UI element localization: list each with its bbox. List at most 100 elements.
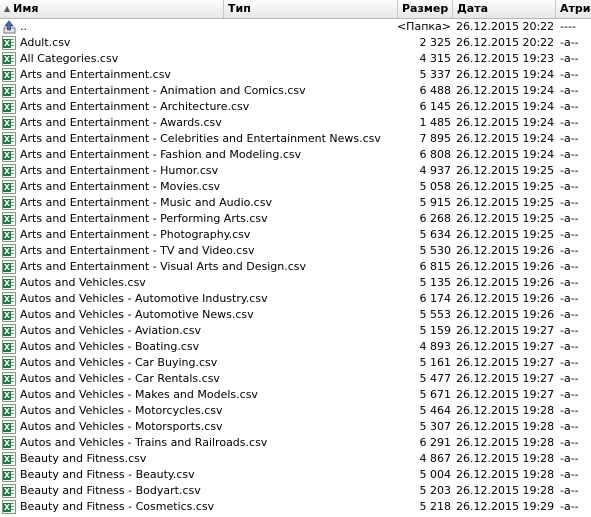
- file-size: 6 808: [419, 148, 452, 161]
- file-size: <Папка>: [396, 20, 451, 33]
- file-date: 26.12.2015 20:22: [456, 36, 555, 49]
- file-attributes: -a--: [560, 436, 579, 449]
- file-row[interactable]: X Autos and Vehicles - Boating.csv 4 893 26…: [0, 339, 591, 355]
- excel-csv-icon: X: [2, 388, 16, 402]
- file-row[interactable]: X Arts and Entertainment - Animation and …: [0, 83, 591, 99]
- file-row[interactable]: X Autos and Vehicles.csv 5 135 26.12.2015 1…: [0, 275, 591, 291]
- file-date: 26.12.2015 19:23: [456, 52, 555, 65]
- column-header-size[interactable]: Размер: [398, 0, 453, 18]
- file-name: Arts and Entertainment - Animation and C…: [20, 84, 306, 97]
- file-size: 1 485: [419, 116, 452, 129]
- file-attributes: -a--: [560, 372, 579, 385]
- file-row[interactable]: X Beauty and Fitness - Bodyart.csv 5 203 26…: [0, 483, 591, 499]
- file-attributes: ----: [560, 20, 576, 33]
- file-name: Arts and Entertainment - Fashion and Mod…: [20, 148, 302, 161]
- file-date: 26.12.2015 19:28: [456, 420, 555, 433]
- column-header-type-label: Тип: [228, 2, 251, 15]
- file-size: 5 915: [419, 196, 452, 209]
- file-row[interactable]: X Autos and Vehicles - Automotive Industr…: [0, 291, 591, 307]
- file-date: 26.12.2015 19:27: [456, 340, 555, 353]
- file-row[interactable]: X Arts and Entertainment - Awards.csv 1 48…: [0, 115, 591, 131]
- file-size: 5 218: [419, 500, 452, 513]
- file-date: 26.12.2015 19:25: [456, 212, 555, 225]
- excel-csv-icon: X: [2, 292, 16, 306]
- file-name: Autos and Vehicles - Makes and Models.cs…: [20, 388, 258, 401]
- file-attributes: -a--: [560, 180, 579, 193]
- file-name: Beauty and Fitness.csv: [20, 452, 147, 465]
- file-date: 26.12.2015 19:28: [456, 484, 555, 497]
- file-date: 26.12.2015 19:25: [456, 196, 555, 209]
- column-header-bar: ▲ Имя Тип Размер Дата Атри: [0, 0, 591, 19]
- file-row[interactable]: X Arts and Entertainment - Celebrities an…: [0, 131, 591, 147]
- file-row[interactable]: X Beauty and Fitness - Beauty.csv 5 004 26.…: [0, 467, 591, 483]
- excel-csv-icon: X: [2, 372, 16, 386]
- column-header-date[interactable]: Дата: [453, 0, 556, 18]
- file-row[interactable]: X Beauty and Fitness.csv 4 867 26.12.2015 1…: [0, 451, 591, 467]
- excel-csv-icon: X: [2, 340, 16, 354]
- file-row[interactable]: X Arts and Entertainment - Performing Art…: [0, 211, 591, 227]
- file-row[interactable]: X All Categories.csv 4 315 26.12.2015 19:23…: [0, 51, 591, 67]
- column-header-type[interactable]: Тип: [224, 0, 398, 18]
- file-attributes: -a--: [560, 36, 579, 49]
- file-attributes: -a--: [560, 228, 579, 241]
- file-name: Beauty and Fitness - Beauty.csv: [20, 468, 195, 481]
- file-row[interactable]: X Autos and Vehicles - Automotive News.cs…: [0, 307, 591, 323]
- file-attributes: -a--: [560, 52, 579, 65]
- file-row[interactable]: X Autos and Vehicles - Car Rentals.csv 5 4…: [0, 371, 591, 387]
- file-name: Autos and Vehicles.csv: [20, 276, 146, 289]
- file-row[interactable]: X Arts and Entertainment - Music and Audi…: [0, 195, 591, 211]
- file-date: 26.12.2015 19:26: [456, 260, 555, 273]
- file-date: 26.12.2015 20:22: [456, 20, 555, 33]
- excel-csv-icon: X: [2, 180, 16, 194]
- file-date: 26.12.2015 19:28: [456, 436, 555, 449]
- file-size: 5 464: [419, 404, 452, 417]
- file-size: 5 337: [419, 68, 452, 81]
- file-date: 26.12.2015 19:26: [456, 308, 555, 321]
- file-row[interactable]: X Arts and Entertainment - Humor.csv 4 937…: [0, 163, 591, 179]
- file-size: 6 145: [419, 100, 452, 113]
- file-size: 5 004: [419, 468, 452, 481]
- column-header-attributes[interactable]: Атри: [556, 0, 591, 18]
- excel-csv-icon: X: [2, 212, 16, 226]
- file-size: 5 634: [419, 228, 452, 241]
- file-row[interactable]: X Arts and Entertainment - Visual Arts an…: [0, 259, 591, 275]
- file-row[interactable]: X Arts and Entertainment.csv 5 337 26.12.20…: [0, 67, 591, 83]
- file-date: 26.12.2015 19:29: [456, 500, 555, 513]
- column-header-name[interactable]: ▲ Имя: [0, 0, 224, 18]
- file-size: 6 815: [419, 260, 452, 273]
- file-row[interactable]: X Arts and Entertainment - TV and Video.c…: [0, 243, 591, 259]
- file-date: 26.12.2015 19:25: [456, 164, 555, 177]
- file-attributes: -a--: [560, 340, 579, 353]
- file-row[interactable]: X Arts and Entertainment - Architecture.c…: [0, 99, 591, 115]
- file-row[interactable]: X Autos and Vehicles - Aviation.csv 5 159 2…: [0, 323, 591, 339]
- file-row[interactable]: X Autos and Vehicles - Motorsports.csv 5 3…: [0, 419, 591, 435]
- file-row[interactable]: X Beauty and Fitness - Cosmetics.csv 5 218…: [0, 499, 591, 515]
- file-attributes: -a--: [560, 68, 579, 81]
- file-row[interactable]: X Autos and Vehicles - Car Buying.csv 5 16…: [0, 355, 591, 371]
- file-size: 6 268: [419, 212, 452, 225]
- file-row[interactable]: X Arts and Entertainment - Movies.csv 5 05…: [0, 179, 591, 195]
- file-attributes: -a--: [560, 324, 579, 337]
- column-header-size-label: Размер: [402, 2, 449, 15]
- file-date: 26.12.2015 19:24: [456, 132, 555, 145]
- file-attributes: -a--: [560, 164, 579, 177]
- file-name: Beauty and Fitness - Bodyart.csv: [20, 484, 201, 497]
- file-name: All Categories.csv: [20, 52, 119, 65]
- file-date: 26.12.2015 19:28: [456, 404, 555, 417]
- file-row[interactable]: X Arts and Entertainment - Fashion and Mo…: [0, 147, 591, 163]
- excel-csv-icon: X: [2, 68, 16, 82]
- file-row[interactable]: X Arts and Entertainment - Photography.cs…: [0, 227, 591, 243]
- column-header-date-label: Дата: [457, 2, 489, 15]
- excel-csv-icon: X: [2, 196, 16, 210]
- file-attributes: -a--: [560, 404, 579, 417]
- file-row[interactable]: X Autos and Vehicles - Motorcycles.csv 5 4…: [0, 403, 591, 419]
- excel-csv-icon: X: [2, 164, 16, 178]
- file-row[interactable]: X Adult.csv 2 325 26.12.2015 20:22 -a--: [0, 35, 591, 51]
- parent-folder-row[interactable]: .. <Папка> 26.12.2015 20:22 ----: [0, 19, 591, 35]
- file-date: 26.12.2015 19:24: [456, 84, 555, 97]
- file-attributes: -a--: [560, 196, 579, 209]
- file-row[interactable]: X Autos and Vehicles - Makes and Models.c…: [0, 387, 591, 403]
- file-name: Arts and Entertainment - Photography.csv: [20, 228, 251, 241]
- file-row[interactable]: X Autos and Vehicles - Trains and Railroa…: [0, 435, 591, 451]
- file-name: Arts and Entertainment - Visual Arts and…: [20, 260, 306, 273]
